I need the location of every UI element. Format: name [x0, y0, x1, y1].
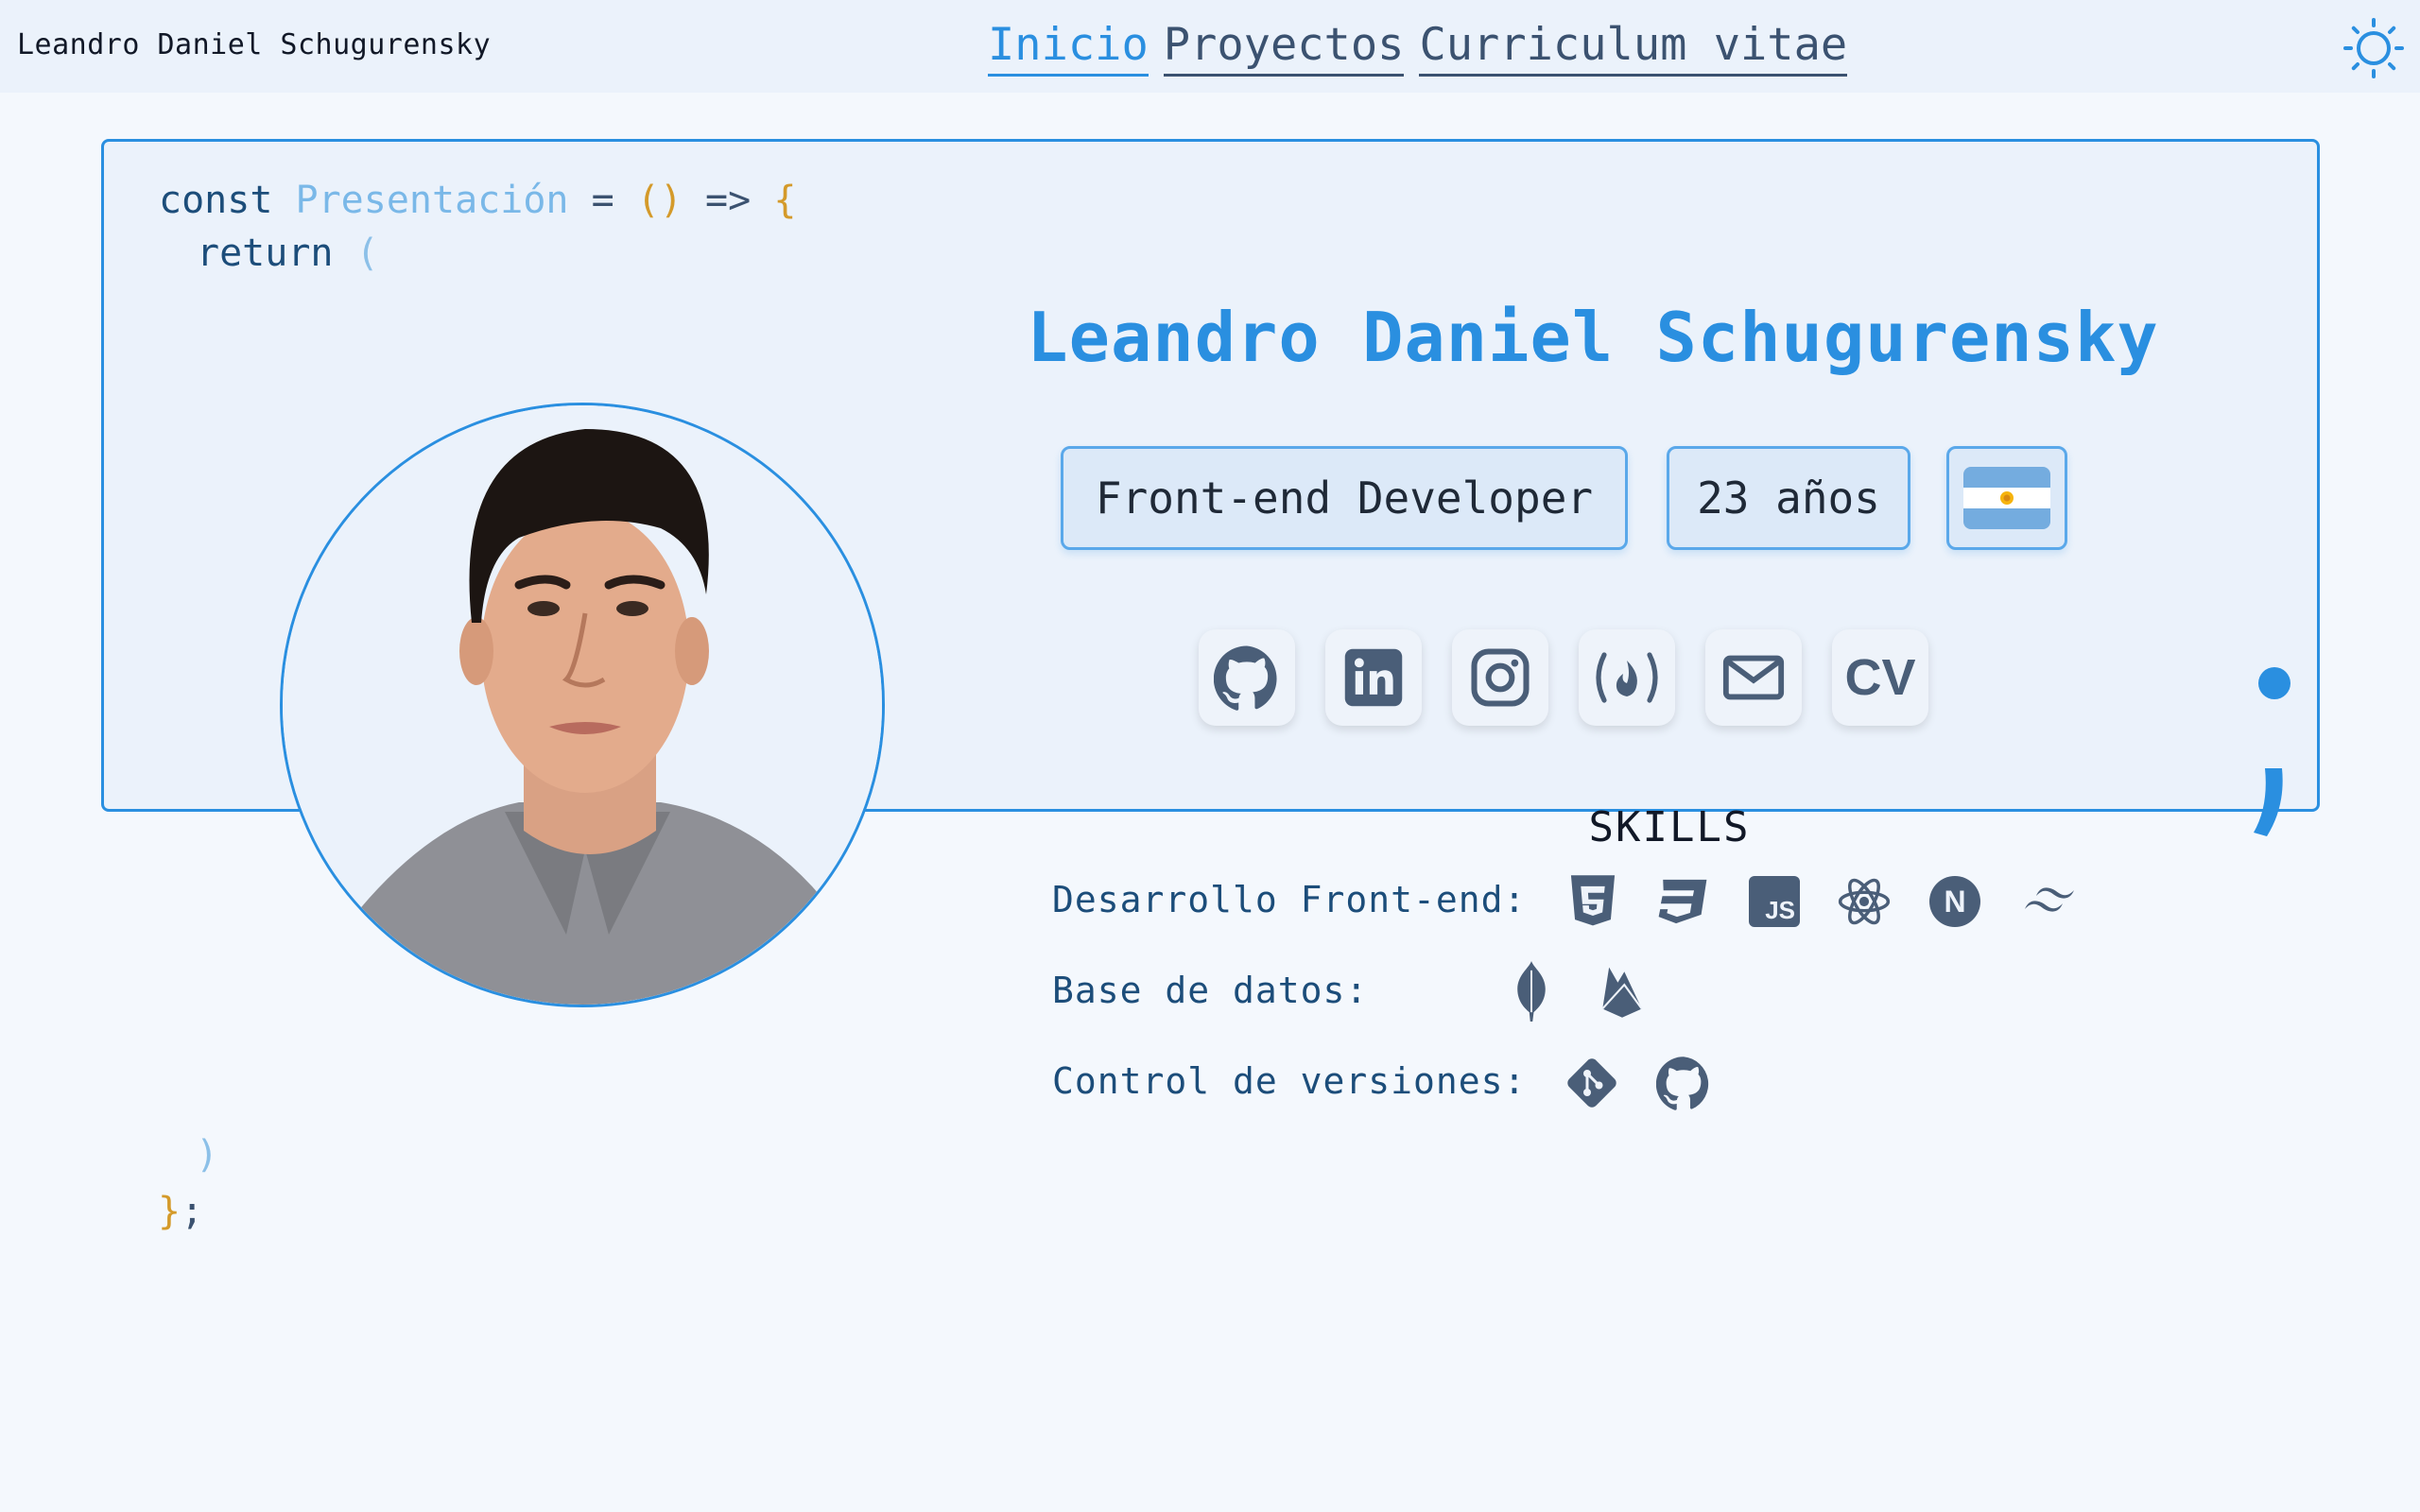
code-keyword-return: return	[197, 232, 334, 275]
brand-name[interactable]: Leandro Daniel Schugurensky	[17, 28, 491, 61]
decorative-semicolon	[2240, 664, 2297, 848]
main-nav: Inicio Proyectos Curriculum vitae	[988, 19, 1848, 77]
nav-link-inicio[interactable]: Inicio	[988, 19, 1149, 77]
freecodecamp-icon	[1596, 652, 1658, 703]
freecodecamp-link[interactable]	[1579, 629, 1675, 726]
top-header: Leandro Daniel Schugurensky Inicio Proye…	[0, 0, 2420, 93]
code-equals: =	[591, 179, 614, 222]
email-icon	[1722, 655, 1785, 700]
skill-label-frontend: Desarrollo Front-end:	[1052, 879, 1527, 920]
linkedin-link[interactable]	[1325, 629, 1422, 726]
code-line-close-paren: )	[196, 1131, 218, 1178]
code-open-paren: (	[355, 232, 379, 275]
code-parens: ()	[636, 179, 683, 222]
skill-label-database: Base de datos:	[1052, 970, 1369, 1011]
code-semicolon: ;	[181, 1190, 204, 1233]
css3-icon	[1654, 873, 1711, 930]
profile-photo	[280, 403, 885, 1007]
email-link[interactable]	[1705, 629, 1802, 726]
code-line-close-brace: };	[158, 1188, 203, 1235]
cv-label: CV	[1844, 649, 1916, 706]
javascript-icon: JS	[1746, 873, 1803, 930]
github-skill-icon	[1655, 1055, 1712, 1111]
skills-title: SKILLS	[1588, 803, 1751, 851]
git-icon	[1564, 1055, 1620, 1111]
code-function-name: Presentación	[295, 179, 569, 222]
code-close-brace: }	[158, 1190, 182, 1233]
profile-name: Leandro Daniel Schugurensky	[1027, 298, 2159, 377]
presentation-card: const Presentación = () => { return (Le…	[101, 139, 2320, 1110]
nav-link-proyectos[interactable]: Proyectos	[1163, 19, 1405, 77]
code-open-brace: {	[773, 179, 797, 222]
argentina-flag-icon	[1963, 467, 2050, 529]
instagram-icon	[1471, 648, 1530, 707]
nextjs-label: N	[1944, 884, 1966, 919]
mongodb-icon	[1503, 961, 1560, 1022]
code-line-const: const Presentación = () => {	[159, 177, 796, 224]
github-link[interactable]	[1199, 629, 1295, 726]
argentina-flag-badge	[1946, 446, 2067, 550]
javascript-label: JS	[1765, 896, 1795, 924]
code-close-paren: )	[196, 1133, 219, 1177]
react-icon	[1836, 873, 1893, 930]
code-arrow: =>	[705, 179, 752, 222]
skill-label-version-control: Control de versiones:	[1052, 1060, 1527, 1102]
firebase-icon	[1594, 963, 1651, 1020]
code-keyword-const: const	[159, 179, 273, 222]
github-icon	[1214, 645, 1277, 711]
age-badge: 23 años	[1667, 446, 1910, 550]
code-line-return: return (	[197, 230, 379, 277]
nextjs-icon: N	[1927, 873, 1983, 930]
cv-link[interactable]: CV	[1832, 629, 1928, 726]
nav-link-curriculum[interactable]: Curriculum vitae	[1419, 19, 1848, 77]
theme-toggle-sun-icon[interactable]	[2342, 17, 2405, 79]
role-badge: Front-end Developer	[1061, 446, 1628, 550]
tailwind-icon	[2018, 873, 2084, 930]
instagram-link[interactable]	[1452, 629, 1548, 726]
html5-icon	[1564, 873, 1621, 930]
linkedin-icon	[1344, 648, 1403, 707]
